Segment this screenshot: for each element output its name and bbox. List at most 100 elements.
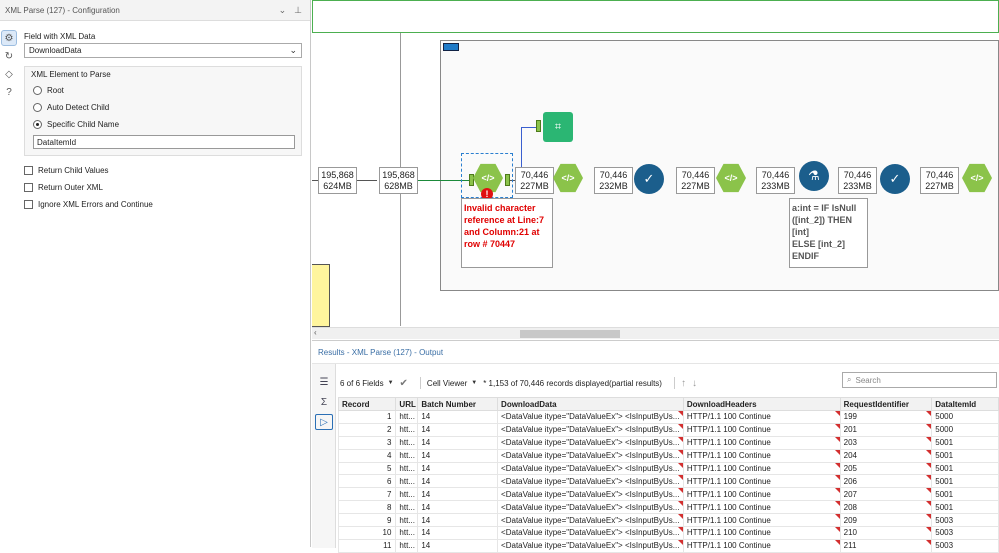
- child-name-input[interactable]: DataItemId: [33, 135, 295, 149]
- table-cell[interactable]: 5001: [931, 487, 999, 502]
- table-cell[interactable]: 14: [417, 422, 499, 437]
- table-cell[interactable]: 211: [839, 538, 933, 553]
- table-cell[interactable]: htt...: [395, 435, 419, 450]
- table-cell[interactable]: htt...: [395, 448, 419, 463]
- table-cell[interactable]: <DataValue itype="DataValueEx"> <IsInput…: [497, 538, 684, 553]
- column-header[interactable]: RequestIdentifier: [839, 397, 933, 411]
- fields-dropdown[interactable]: 6 of 6 Fields ▼: [340, 379, 394, 388]
- column-header[interactable]: DownloadData: [497, 397, 684, 411]
- table-row[interactable]: 9 htt... 14 <DataValue itype="DataValueEx">…: [337, 513, 999, 528]
- radio-specific-child[interactable]: Specific Child Name: [33, 116, 295, 133]
- gear-icon[interactable]: ⚙: [1, 30, 17, 46]
- table-row[interactable]: 2 htt... 14 <DataValue itype="DataValueEx">…: [337, 422, 999, 437]
- table-cell[interactable]: 5001: [931, 435, 999, 450]
- table-cell[interactable]: 14: [417, 526, 499, 540]
- table-cell[interactable]: 4: [337, 448, 397, 463]
- table-cell[interactable]: HTTP/1.1 100 Continue: [682, 461, 841, 476]
- arrow-up-icon[interactable]: ↑: [681, 378, 686, 389]
- column-header[interactable]: DataItemId: [931, 397, 999, 411]
- radio-root[interactable]: Root: [33, 82, 295, 99]
- table-row[interactable]: 8 htt... 14 <DataValue itype="DataValueEx">…: [337, 500, 999, 515]
- table-cell[interactable]: HTTP/1.1 100 Continue: [682, 487, 841, 502]
- scroll-left-icon[interactable]: ‹: [314, 328, 317, 337]
- check-return-child[interactable]: Return Child Values: [24, 162, 302, 179]
- check-icon[interactable]: ✔: [400, 378, 408, 389]
- radio-auto-circle[interactable]: [33, 103, 42, 112]
- table-cell[interactable]: 9: [337, 513, 397, 528]
- table-cell[interactable]: 2: [337, 422, 397, 437]
- table-cell[interactable]: 5003: [931, 513, 999, 528]
- table-cell[interactable]: 201: [839, 422, 933, 437]
- table-cell[interactable]: 7: [337, 487, 397, 502]
- table-cell[interactable]: 14: [417, 474, 499, 489]
- table-cell[interactable]: htt...: [395, 526, 419, 540]
- input-anchor[interactable]: [536, 120, 541, 132]
- table-cell[interactable]: <DataValue itype="DataValueEx"> <IsInput…: [497, 474, 684, 489]
- cell-viewer-dropdown[interactable]: Cell Viewer ▼: [427, 379, 477, 388]
- table-cell[interactable]: HTTP/1.1 100 Continue: [682, 410, 841, 424]
- table-cell[interactable]: htt...: [395, 461, 419, 476]
- table-cell[interactable]: 6: [337, 474, 397, 489]
- table-cell[interactable]: htt...: [395, 410, 419, 424]
- check-ignore-errors-box[interactable]: [24, 200, 33, 209]
- table-cell[interactable]: 14: [417, 461, 499, 476]
- table-cell[interactable]: htt...: [395, 422, 419, 437]
- table-row[interactable]: 5 htt... 14 <DataValue itype="DataValueEx">…: [337, 461, 999, 476]
- table-cell[interactable]: 14: [417, 500, 499, 515]
- table-cell[interactable]: 14: [417, 487, 499, 502]
- formula-tool-icon[interactable]: ⚗: [799, 161, 829, 191]
- table-cell[interactable]: 10: [337, 526, 397, 540]
- table-cell[interactable]: 210: [839, 526, 933, 540]
- table-cell[interactable]: 14: [417, 513, 499, 528]
- table-row[interactable]: 1 htt... 14 <DataValue itype="DataValueEx">…: [337, 410, 999, 424]
- table-cell[interactable]: HTTP/1.1 100 Continue: [682, 422, 841, 437]
- table-cell[interactable]: 11: [337, 538, 397, 553]
- table-cell[interactable]: htt...: [395, 500, 419, 515]
- radio-root-circle[interactable]: [33, 86, 42, 95]
- table-cell[interactable]: 204: [839, 448, 933, 463]
- table-cell[interactable]: <DataValue itype="DataValueEx"> <IsInput…: [497, 410, 684, 424]
- table-row[interactable]: 6 htt... 14 <DataValue itype="DataValueEx">…: [337, 474, 999, 489]
- table-cell[interactable]: 205: [839, 461, 933, 476]
- table-cell[interactable]: htt...: [395, 538, 419, 553]
- field-select[interactable]: DownloadData ⌄: [24, 43, 302, 58]
- table-cell[interactable]: HTTP/1.1 100 Continue: [682, 513, 841, 528]
- table-cell[interactable]: <DataValue itype="DataValueEx"> <IsInput…: [497, 448, 684, 463]
- table-cell[interactable]: HTTP/1.1 100 Continue: [682, 435, 841, 450]
- table-cell[interactable]: 5001: [931, 500, 999, 515]
- table-cell[interactable]: 5001: [931, 461, 999, 476]
- table-cell[interactable]: 5001: [931, 474, 999, 489]
- table-cell[interactable]: 207: [839, 487, 933, 502]
- column-header[interactable]: DownloadHeaders: [682, 397, 841, 411]
- table-cell[interactable]: 14: [417, 435, 499, 450]
- table-cell[interactable]: 5000: [931, 410, 999, 424]
- table-cell[interactable]: <DataValue itype="DataValueEx"> <IsInput…: [497, 487, 684, 502]
- table-cell[interactable]: <DataValue itype="DataValueEx"> <IsInput…: [497, 513, 684, 528]
- check-return-child-box[interactable]: [24, 166, 33, 175]
- connection-icon[interactable]: ↻: [1, 48, 17, 64]
- table-cell[interactable]: <DataValue itype="DataValueEx"> <IsInput…: [497, 500, 684, 515]
- table-cell[interactable]: HTTP/1.1 100 Continue: [682, 448, 841, 463]
- table-cell[interactable]: 206: [839, 474, 933, 489]
- search-input[interactable]: ⌕ Search: [842, 372, 997, 388]
- column-header[interactable]: URL: [395, 397, 419, 411]
- table-cell[interactable]: 8: [337, 500, 397, 515]
- radio-specific-circle[interactable]: [33, 120, 42, 129]
- pin-icon[interactable]: ⊥: [294, 5, 302, 16]
- tag-icon[interactable]: ▷: [315, 414, 333, 430]
- table-cell[interactable]: HTTP/1.1 100 Continue: [682, 538, 841, 553]
- table-row[interactable]: 10 htt... 14 <DataValue itype="DataValueEx"…: [337, 526, 999, 540]
- results-grid[interactable]: Record URL Batch Number DownloadData Dow…: [337, 397, 999, 553]
- table-cell[interactable]: 5001: [931, 448, 999, 463]
- arrow-down-icon[interactable]: ↓: [692, 378, 697, 389]
- table-row[interactable]: 7 htt... 14 <DataValue itype="DataValueEx">…: [337, 487, 999, 502]
- table-cell[interactable]: 209: [839, 513, 933, 528]
- table-cell[interactable]: htt...: [395, 487, 419, 502]
- check-return-outer-box[interactable]: [24, 183, 33, 192]
- radio-auto-detect[interactable]: Auto Detect Child: [33, 99, 295, 116]
- table-cell[interactable]: 203: [839, 435, 933, 450]
- table-row[interactable]: 4 htt... 14 <DataValue itype="DataValueEx">…: [337, 448, 999, 463]
- workflow-canvas[interactable]: 195,868 624MB 195,868 628MB </> ! ⌗ 70,4…: [312, 0, 999, 340]
- table-cell[interactable]: <DataValue itype="DataValueEx"> <IsInput…: [497, 435, 684, 450]
- select-tool-icon[interactable]: ✓: [880, 164, 910, 194]
